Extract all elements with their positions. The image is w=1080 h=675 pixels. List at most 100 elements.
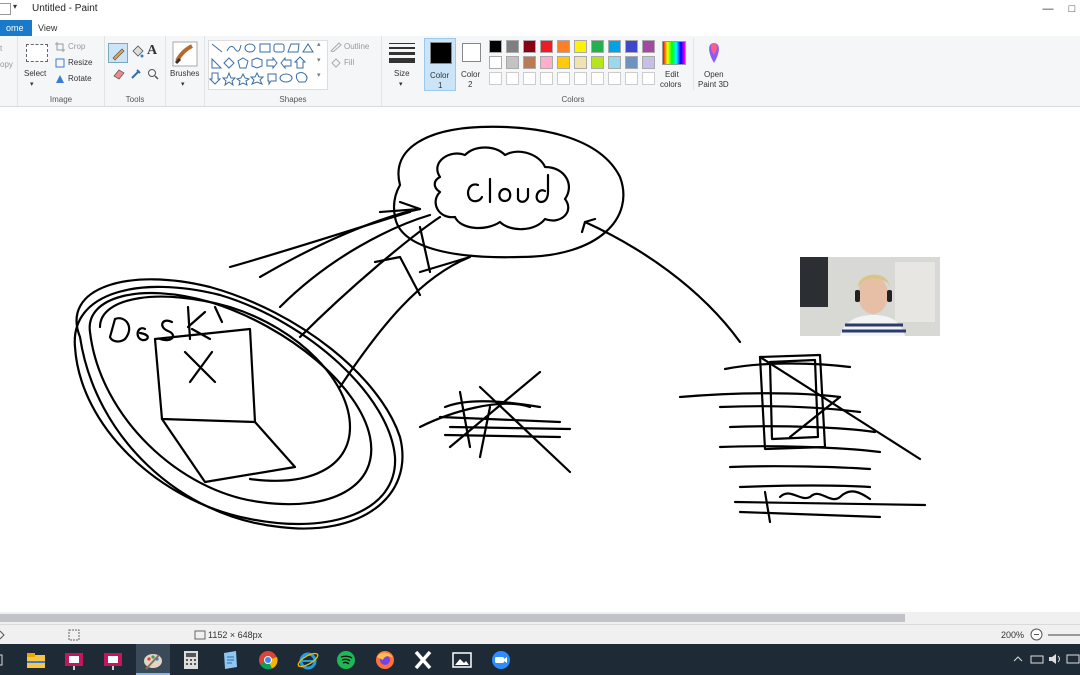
palette-color-swatch[interactable] (642, 40, 655, 53)
fill-bucket-icon[interactable] (130, 45, 144, 59)
brushes-group[interactable]: Brushes ▾ (166, 36, 205, 106)
palette-color-swatch[interactable] (574, 56, 587, 69)
custom-color-swatch[interactable] (608, 72, 621, 85)
custom-color-swatch[interactable] (489, 72, 502, 85)
firefox-icon[interactable] (374, 649, 396, 671)
palette-color-swatch[interactable] (591, 40, 604, 53)
zoom-slider[interactable] (1048, 634, 1080, 636)
custom-color-swatch[interactable] (625, 72, 638, 85)
copy-button[interactable]: opy (0, 60, 13, 69)
palette-color-swatch[interactable] (557, 56, 570, 69)
size-group[interactable]: Size ▾ (382, 36, 422, 106)
palette-color-swatch[interactable] (608, 56, 621, 69)
palette-color-swatch[interactable] (574, 40, 587, 53)
size-dropdown-icon[interactable]: ▾ (399, 80, 403, 88)
x-app-icon[interactable] (412, 649, 434, 671)
custom-color-swatch[interactable] (591, 72, 604, 85)
resize-button[interactable]: Resize (68, 58, 92, 67)
language-icon[interactable] (1066, 653, 1080, 665)
rotate-button[interactable]: Rotate (68, 74, 92, 83)
custom-color-swatch[interactable] (506, 72, 519, 85)
shapes-gallery[interactable] (208, 40, 328, 90)
shapes-icon (208, 43, 314, 87)
minimize-button[interactable]: — (1036, 0, 1060, 18)
palette-color-swatch[interactable] (625, 40, 638, 53)
shapes-expand-icon[interactable]: ▾ (317, 71, 321, 79)
shapes-scroll-up-icon[interactable]: ▴ (317, 40, 321, 48)
color1-selector[interactable]: Color 1 (424, 38, 456, 91)
ie-icon[interactable] (297, 649, 319, 671)
select-dropdown-icon[interactable]: ▾ (30, 80, 34, 88)
chrome-icon[interactable] (257, 649, 279, 671)
taskbar (0, 644, 1080, 675)
fill-button[interactable]: Fill (344, 58, 354, 67)
palette-color-swatch[interactable] (608, 40, 621, 53)
color2-selector[interactable]: Color 2 (458, 38, 486, 91)
palette-color-swatch[interactable] (540, 56, 553, 69)
calculator-icon[interactable] (180, 649, 202, 671)
brushes-button[interactable]: Brushes (170, 69, 199, 78)
pencil-tool[interactable] (108, 43, 128, 63)
image-group-label: Image (49, 95, 73, 104)
brush-icon (172, 41, 198, 67)
edit-colors-button[interactable]: Edit colors (659, 38, 689, 90)
palette-color-swatch[interactable] (625, 56, 638, 69)
tab-view[interactable]: View (32, 20, 63, 36)
custom-color-swatch[interactable] (540, 72, 553, 85)
select-button[interactable]: Select (24, 69, 46, 78)
palette-color-swatch[interactable] (642, 56, 655, 69)
eraser-icon[interactable] (112, 68, 126, 80)
tab-home[interactable]: ome (0, 20, 32, 36)
outline-button[interactable]: Outline (344, 42, 369, 51)
paint-taskbar-item[interactable] (136, 644, 170, 675)
ribbon-tabs: ome View (0, 18, 1080, 36)
quick-access-icon[interactable] (0, 3, 11, 15)
palette-color-swatch[interactable] (540, 40, 553, 53)
palette-color-swatch[interactable] (506, 40, 519, 53)
palette-color-swatch[interactable] (489, 56, 502, 69)
magnifier-icon[interactable] (147, 68, 159, 80)
crop-button[interactable]: Crop (68, 42, 85, 51)
color1-label: Color (430, 71, 450, 80)
file-explorer-icon[interactable] (25, 649, 47, 671)
size-button[interactable]: Size (394, 69, 410, 78)
cursor-position-icon (0, 630, 5, 640)
spotify-icon[interactable] (335, 649, 357, 671)
volume-icon[interactable] (1048, 653, 1062, 665)
select-icon[interactable] (26, 44, 48, 62)
shapes-group: ▴ ▾ ▾ Outline Fill Shapes (205, 36, 382, 106)
shapes-scroll-down-icon[interactable]: ▾ (317, 56, 321, 64)
open-paint3d-button[interactable]: Open Paint 3D (693, 38, 738, 90)
palette-color-swatch[interactable] (506, 56, 519, 69)
clipboard-group: t opy (0, 36, 18, 106)
custom-color-swatch[interactable] (557, 72, 570, 85)
custom-color-swatch[interactable] (523, 72, 536, 85)
custom-color-swatch[interactable] (574, 72, 587, 85)
task-view-icon[interactable] (0, 649, 18, 671)
color-picker-icon[interactable] (130, 68, 142, 80)
slides-icon-2[interactable] (102, 649, 124, 671)
horizontal-scrollbar[interactable] (0, 612, 1080, 624)
brushes-dropdown-icon[interactable]: ▾ (181, 80, 185, 88)
notepad-icon[interactable] (219, 649, 241, 671)
zoom-icon[interactable] (490, 649, 512, 671)
cut-button[interactable]: t (0, 44, 2, 53)
slides-icon[interactable] (63, 649, 85, 671)
palette-color-swatch[interactable] (523, 56, 536, 69)
webcam-overlay (800, 257, 940, 336)
palette-color-swatch[interactable] (489, 40, 502, 53)
palette-color-swatch[interactable] (591, 56, 604, 69)
text-tool-icon[interactable]: A (147, 43, 157, 59)
tray-expand-icon[interactable] (1013, 654, 1023, 664)
scrollbar-thumb[interactable] (0, 614, 905, 622)
zoom-out-icon[interactable] (1030, 628, 1043, 641)
custom-color-swatch[interactable] (642, 72, 655, 85)
maximize-button[interactable]: □ (1060, 0, 1080, 18)
tools-group: A Tools (105, 36, 166, 106)
drawing-canvas[interactable] (0, 107, 1080, 612)
quick-access-dropdown-icon[interactable]: ▾ (13, 2, 17, 11)
network-icon[interactable] (1030, 653, 1044, 665)
photos-icon[interactable] (451, 649, 473, 671)
palette-color-swatch[interactable] (523, 40, 536, 53)
palette-color-swatch[interactable] (557, 40, 570, 53)
